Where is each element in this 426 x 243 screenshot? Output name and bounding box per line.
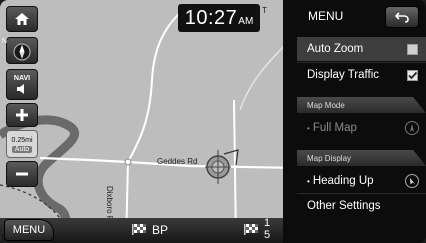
speaker-icon (17, 83, 24, 94)
compass-dial-icon (405, 121, 419, 135)
navi-label: NAVI (13, 74, 31, 82)
minus-icon (16, 172, 28, 176)
display-traffic-checkbox[interactable] (407, 70, 418, 81)
menu-item-label: Full Map (312, 122, 357, 134)
menu-item-other-settings[interactable]: Other Settings (297, 194, 426, 218)
menu-item-label: Display Traffic (307, 69, 380, 81)
checkered-flag-icon (132, 224, 146, 235)
plus-icon (16, 109, 28, 121)
distance-digit-bottom: 5 (264, 229, 271, 241)
compass-north-letter: N (2, 38, 8, 45)
map-graphics (0, 3, 300, 243)
section-header-map-display: Map Display (297, 150, 426, 166)
compass-button[interactable]: N (2, 37, 38, 64)
map-scale: 0.25mi Auto (6, 130, 38, 158)
menu-button[interactable]: MENU (4, 219, 54, 241)
menu-title: MENU (308, 9, 344, 23)
back-arrow-icon (395, 12, 409, 23)
back-button[interactable] (385, 6, 419, 28)
scale-mode: Auto (11, 145, 33, 153)
distance-digit-top: 1 (264, 217, 271, 229)
menu-item-label: Other Settings (307, 200, 381, 212)
compass-dial-icon (405, 174, 419, 188)
home-button[interactable] (6, 6, 38, 32)
map-view[interactable]: Geddes Rd Dixboro Rd T 10:27 AM N NAVI 0… (0, 0, 300, 243)
checkered-flag-icon (244, 224, 258, 235)
street-label-top: T (262, 6, 267, 15)
bullet: • (307, 176, 310, 186)
zoom-in-button[interactable] (6, 103, 38, 127)
clock-ampm: AM (238, 16, 254, 27)
next-road-name: BP (152, 223, 169, 237)
compass-icon (13, 43, 31, 60)
navigation-screen: Geddes Rd Dixboro Rd T 10:27 AM N NAVI 0… (0, 0, 426, 243)
scale-value: 0.25mi (11, 136, 33, 144)
checkmark-icon (408, 71, 418, 80)
street-label-geddes: Geddes Rd (157, 157, 198, 166)
navi-volume-button[interactable]: NAVI (6, 69, 38, 100)
zoom-out-button[interactable] (6, 161, 38, 187)
clock: 10:27 AM (178, 4, 260, 32)
menu-item-label: Auto Zoom (307, 43, 364, 55)
junction-dot (124, 158, 132, 166)
bullet: • (307, 123, 310, 133)
clock-time: 10:27 (184, 7, 238, 29)
section-header-map-mode: Map Mode (297, 97, 426, 113)
auto-zoom-checkbox[interactable] (407, 44, 418, 55)
menu-item-label: Heading Up (312, 175, 374, 187)
home-icon (15, 13, 29, 25)
